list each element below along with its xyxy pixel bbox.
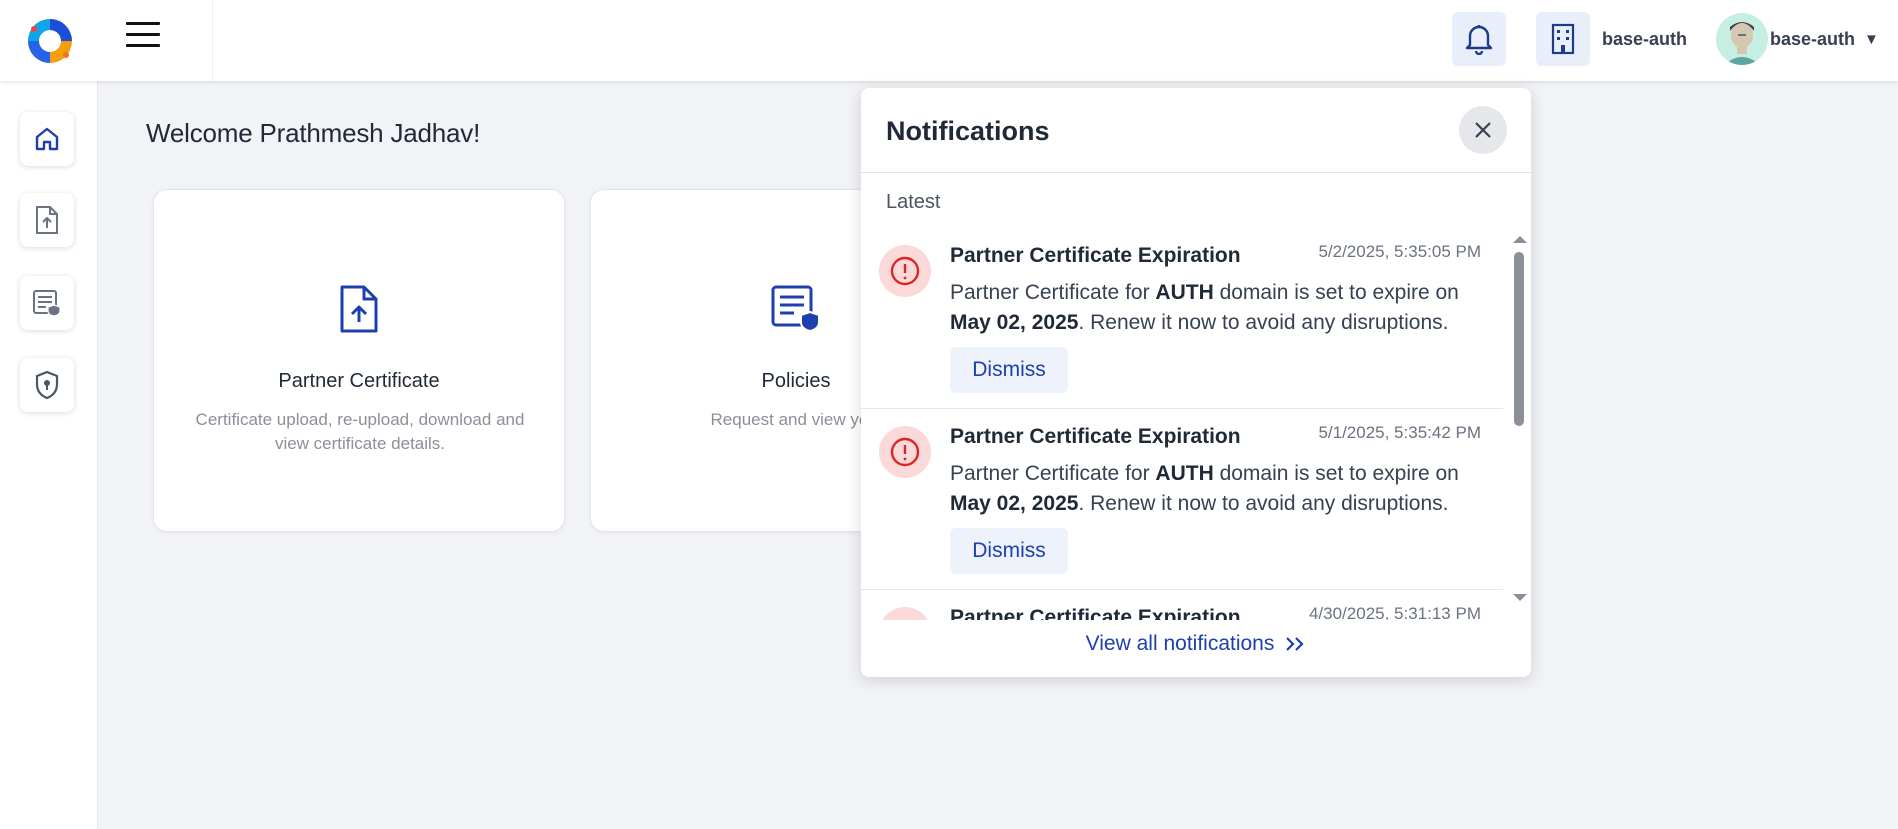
- caret-down-icon[interactable]: ▼: [1864, 31, 1879, 48]
- notifications-title: Notifications: [886, 116, 1050, 146]
- user-avatar[interactable]: [1716, 13, 1768, 65]
- message-domain: AUTH: [1155, 462, 1214, 485]
- alert-icon: [879, 245, 931, 297]
- alert-icon: [879, 607, 931, 620]
- user-name-label: base-auth: [1770, 29, 1856, 49]
- view-all-label: View all notifications: [1085, 632, 1275, 655]
- message-text: Partner Certificate for: [950, 281, 1156, 304]
- close-icon: [1475, 122, 1491, 138]
- close-notifications-button[interactable]: [1459, 106, 1507, 154]
- sidebar: [0, 81, 98, 829]
- scroll-down-arrow-icon[interactable]: [1513, 594, 1527, 601]
- message-text: . Renew it now to avoid any disruptions.: [1078, 311, 1449, 334]
- notification-title: Partner Certificate Expiration: [950, 606, 1241, 620]
- partner-certificate-card[interactable]: Partner Certificate Certificate upload, …: [153, 189, 565, 532]
- notification-item: Partner Certificate Expiration 5/1/2025,…: [861, 409, 1503, 590]
- notification-time: 4/30/2025, 5:31:13 PM: [1308, 604, 1481, 620]
- organization-button[interactable]: [1536, 12, 1590, 66]
- sidebar-item-partner-certificate[interactable]: [20, 193, 74, 247]
- message-date: May 02, 2025: [950, 311, 1079, 334]
- top-header: base-auth base-auth ▼: [0, 0, 1898, 81]
- message-text: Partner Certificate for: [950, 462, 1156, 485]
- notifications-panel: Notifications Latest Partner Certificate…: [861, 88, 1531, 677]
- policy-document-icon: [770, 284, 822, 339]
- organization-label: base-auth: [1602, 29, 1688, 49]
- notification-message: Partner Certificate for AUTH domain is s…: [950, 459, 1490, 519]
- header-divider: [212, 0, 213, 81]
- file-upload-icon: [36, 206, 58, 234]
- divider: [861, 172, 1531, 173]
- notification-item: Partner Certificate Expiration 5/2/2025,…: [861, 228, 1503, 409]
- menu-toggle-button[interactable]: [126, 22, 160, 50]
- notifications-list[interactable]: Partner Certificate Expiration 5/2/2025,…: [861, 228, 1503, 620]
- view-all-notifications-link[interactable]: View all notifications: [861, 632, 1531, 656]
- dismiss-button[interactable]: Dismiss: [950, 347, 1068, 393]
- message-domain: AUTH: [1155, 281, 1214, 304]
- notification-time: 5/2/2025, 5:35:05 PM: [1318, 242, 1481, 261]
- double-chevron-right-icon: [1286, 637, 1304, 651]
- message-date: May 02, 2025: [950, 492, 1079, 515]
- scroll-up-arrow-icon[interactable]: [1513, 236, 1527, 243]
- sidebar-item-policies[interactable]: [20, 276, 74, 330]
- dismiss-button[interactable]: Dismiss: [950, 528, 1068, 574]
- card-description: Certificate upload, re-upload, download …: [195, 410, 525, 453]
- message-text: domain is set to expire on: [1213, 462, 1459, 485]
- welcome-heading: Welcome Prathmesh Jadhav!: [146, 118, 481, 148]
- building-icon: [1551, 23, 1575, 55]
- home-icon: [35, 127, 59, 151]
- message-text: domain is set to expire on: [1213, 281, 1459, 304]
- sidebar-item-home[interactable]: [20, 112, 74, 166]
- shield-icon: [35, 370, 59, 400]
- notifications-scrollbar[interactable]: [1511, 236, 1527, 604]
- notification-message: Partner Certificate for AUTH domain is s…: [950, 278, 1490, 338]
- scrollbar-thumb[interactable]: [1514, 252, 1524, 426]
- policy-document-icon: [33, 290, 61, 317]
- notification-item: Partner Certificate Expiration 4/30/2025…: [861, 590, 1503, 620]
- notification-time: 5/1/2025, 5:35:42 PM: [1318, 423, 1481, 442]
- file-upload-icon: [338, 284, 380, 339]
- notification-title: Partner Certificate Expiration: [950, 244, 1241, 267]
- latest-section-label: Latest: [886, 191, 941, 213]
- card-title: Partner Certificate: [278, 370, 440, 392]
- app-logo[interactable]: [24, 15, 76, 67]
- bell-icon: [1465, 25, 1493, 55]
- notification-title: Partner Certificate Expiration: [950, 425, 1241, 448]
- notifications-button[interactable]: [1452, 12, 1506, 66]
- sidebar-item-security[interactable]: [20, 358, 74, 412]
- alert-icon: [879, 426, 931, 478]
- message-text: . Renew it now to avoid any disruptions.: [1078, 492, 1449, 515]
